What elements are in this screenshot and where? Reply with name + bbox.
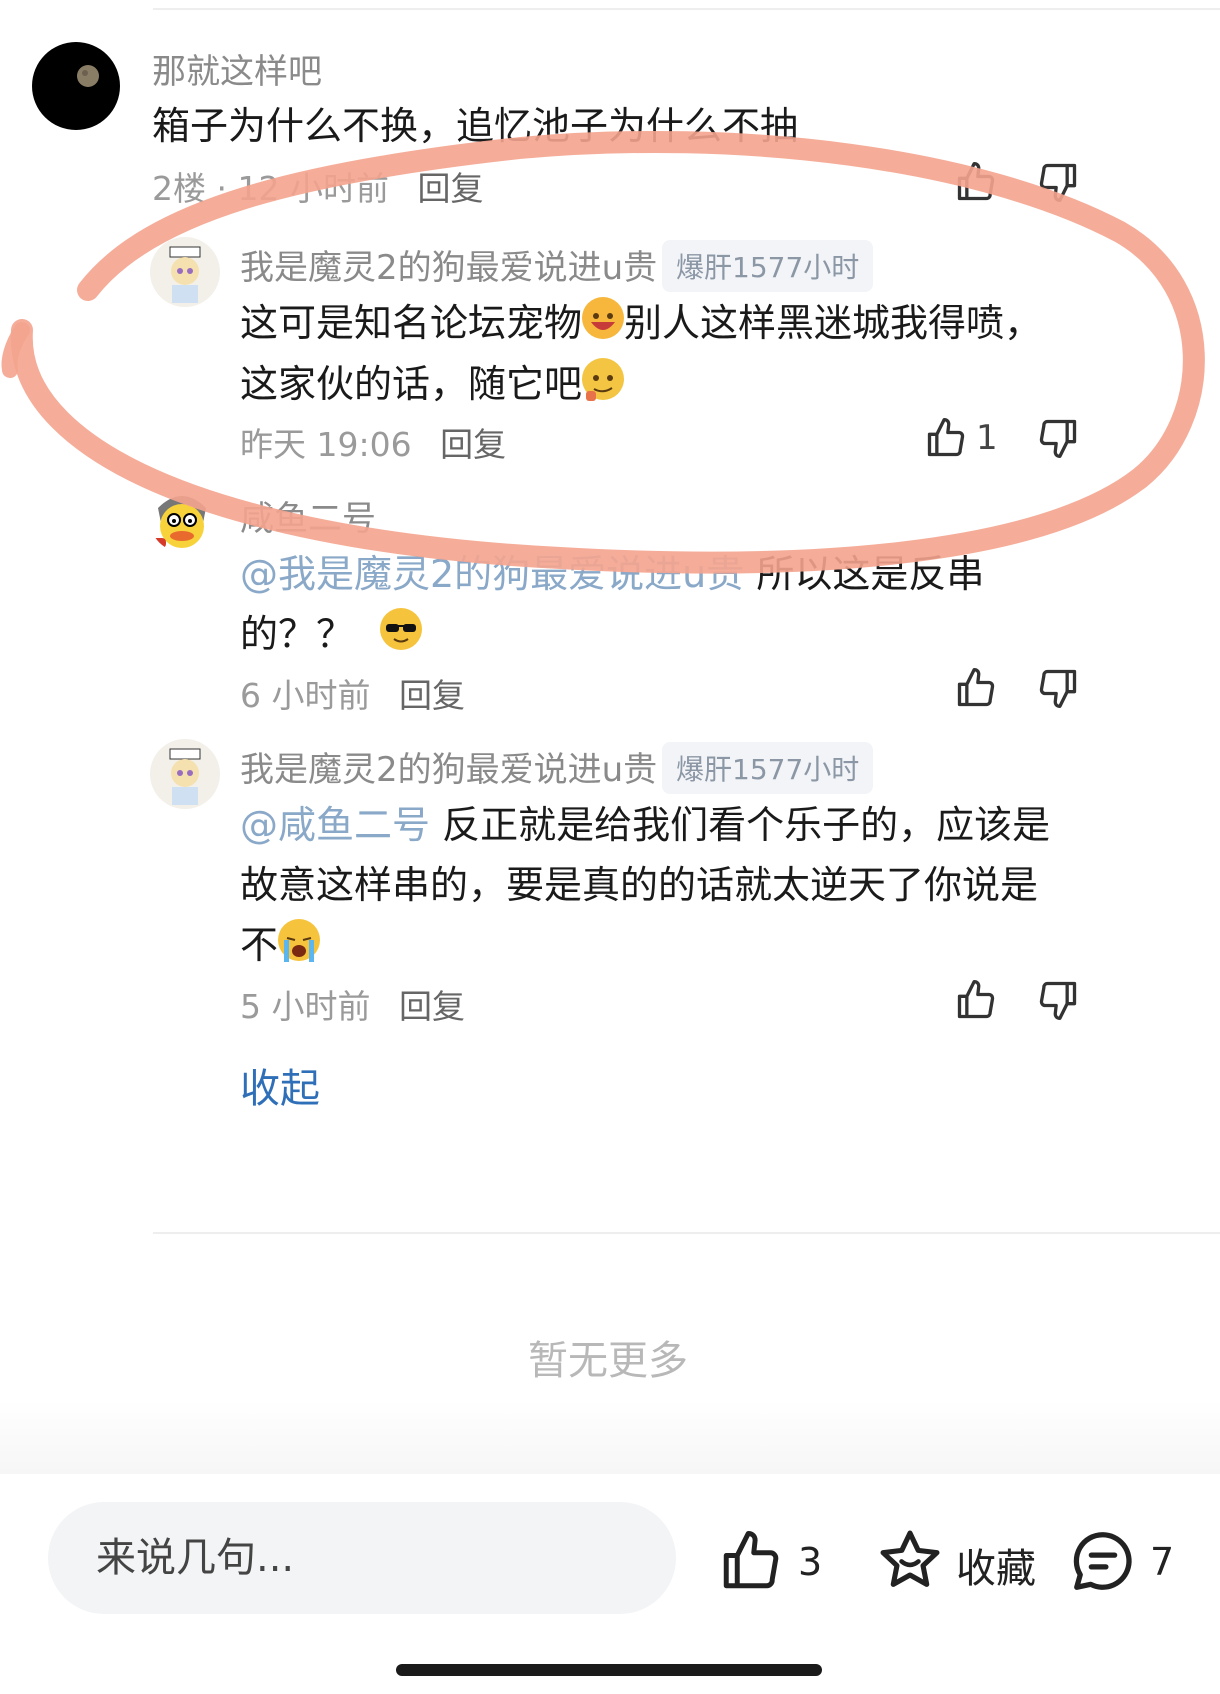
timestamp: 昨天 19:06 xyxy=(240,425,412,464)
comment-text: 的？？ xyxy=(240,602,423,666)
bottom-fade xyxy=(0,1400,1220,1474)
mention-link[interactable]: @我是魔灵2的狗最爱说进u贵 xyxy=(240,552,744,596)
crying-emoji-icon xyxy=(278,919,321,962)
comment-author[interactable]: 我是魔灵2的狗最爱说进u贵 xyxy=(240,742,657,791)
comment-text: @我是魔灵2的狗最爱说进u贵 所以这是反串 xyxy=(240,552,985,596)
mention-link[interactable]: @咸鱼二号 xyxy=(240,803,430,847)
timestamp: 5 小时前 xyxy=(240,987,371,1026)
smirking-emoji-icon xyxy=(582,358,625,401)
avatar[interactable] xyxy=(150,488,214,552)
thumbs-up-icon[interactable] xyxy=(718,1528,784,1594)
star-icon[interactable] xyxy=(876,1526,944,1594)
anime-girl-avatar-icon xyxy=(169,246,201,303)
comment-meta: 昨天 19:06 回复 xyxy=(240,418,506,466)
avatar[interactable] xyxy=(32,42,120,130)
moon-icon xyxy=(77,65,99,87)
comment-text: 箱子为什么不换，追忆池子为什么不抽 xyxy=(152,104,799,148)
thumbs-up-icon[interactable] xyxy=(954,978,998,1022)
anime-girl-avatar-icon xyxy=(169,748,201,805)
comment-text: 这可是知名论坛宠物 别人这样黑迷城我得喷， xyxy=(240,291,1042,355)
top-divider xyxy=(153,8,1220,10)
thumbs-down-icon[interactable] xyxy=(1036,416,1080,460)
comment-author[interactable]: 那就这样吧 xyxy=(152,44,322,93)
favorite-label[interactable]: 收藏 xyxy=(956,1536,1036,1594)
section-divider xyxy=(153,1232,1220,1234)
comment-input[interactable]: 来说几句... xyxy=(48,1502,676,1614)
comment-meta: 6 小时前 回复 xyxy=(240,669,465,717)
thumbs-up-icon[interactable] xyxy=(954,666,998,710)
comment-text: 故意这样串的，要是真的的话就太逆天了你说是 xyxy=(240,863,1039,907)
reply-button[interactable]: 回复 xyxy=(417,169,483,208)
thumbs-up-icon[interactable] xyxy=(924,416,968,460)
no-more-text: 暂无更多 xyxy=(528,1338,688,1384)
thumbs-up-icon[interactable] xyxy=(954,160,998,204)
user-badge: 爆肝1577小时 xyxy=(662,742,874,794)
comment-text: 不 xyxy=(240,913,321,977)
like-count: 1 xyxy=(976,418,998,458)
grinning-emoji-icon xyxy=(582,297,625,339)
comment-author[interactable]: 我是魔灵2的狗最爱说进u贵 xyxy=(240,240,657,289)
reply-button[interactable]: 回复 xyxy=(399,987,465,1026)
user-badge: 爆肝1577小时 xyxy=(662,240,874,292)
home-indicator[interactable] xyxy=(396,1664,822,1676)
collapse-button[interactable]: 收起 xyxy=(240,1056,320,1114)
avatar[interactable] xyxy=(150,237,220,307)
comment-bubble-icon[interactable] xyxy=(1068,1526,1138,1596)
sunglasses-emoji-icon xyxy=(380,608,423,650)
avatar[interactable] xyxy=(150,739,220,809)
thumbs-down-icon[interactable] xyxy=(1036,666,1080,710)
duck-avatar-icon xyxy=(152,496,206,548)
thumbs-down-icon[interactable] xyxy=(1036,160,1080,204)
post-like-count: 3 xyxy=(798,1540,823,1584)
timestamp: 12 小时前 xyxy=(237,169,389,208)
comment-text: @咸鱼二号 反正就是给我们看个乐子的，应该是 xyxy=(240,803,1051,847)
comment-count: 7 xyxy=(1150,1540,1175,1584)
timestamp: 6 小时前 xyxy=(240,676,371,715)
reply-button[interactable]: 回复 xyxy=(399,676,465,715)
thumbs-down-icon[interactable] xyxy=(1036,978,1080,1022)
comment-meta: 5 小时前 回复 xyxy=(240,980,465,1028)
reply-button[interactable]: 回复 xyxy=(440,425,506,464)
comment-meta: 2楼 · 12 小时前 回复 xyxy=(152,169,484,208)
comment-text: 这家伙的话，随它吧 xyxy=(240,352,625,416)
comment-author[interactable]: 咸鱼二号 xyxy=(240,491,376,540)
floor-number: 2楼 xyxy=(152,169,206,208)
